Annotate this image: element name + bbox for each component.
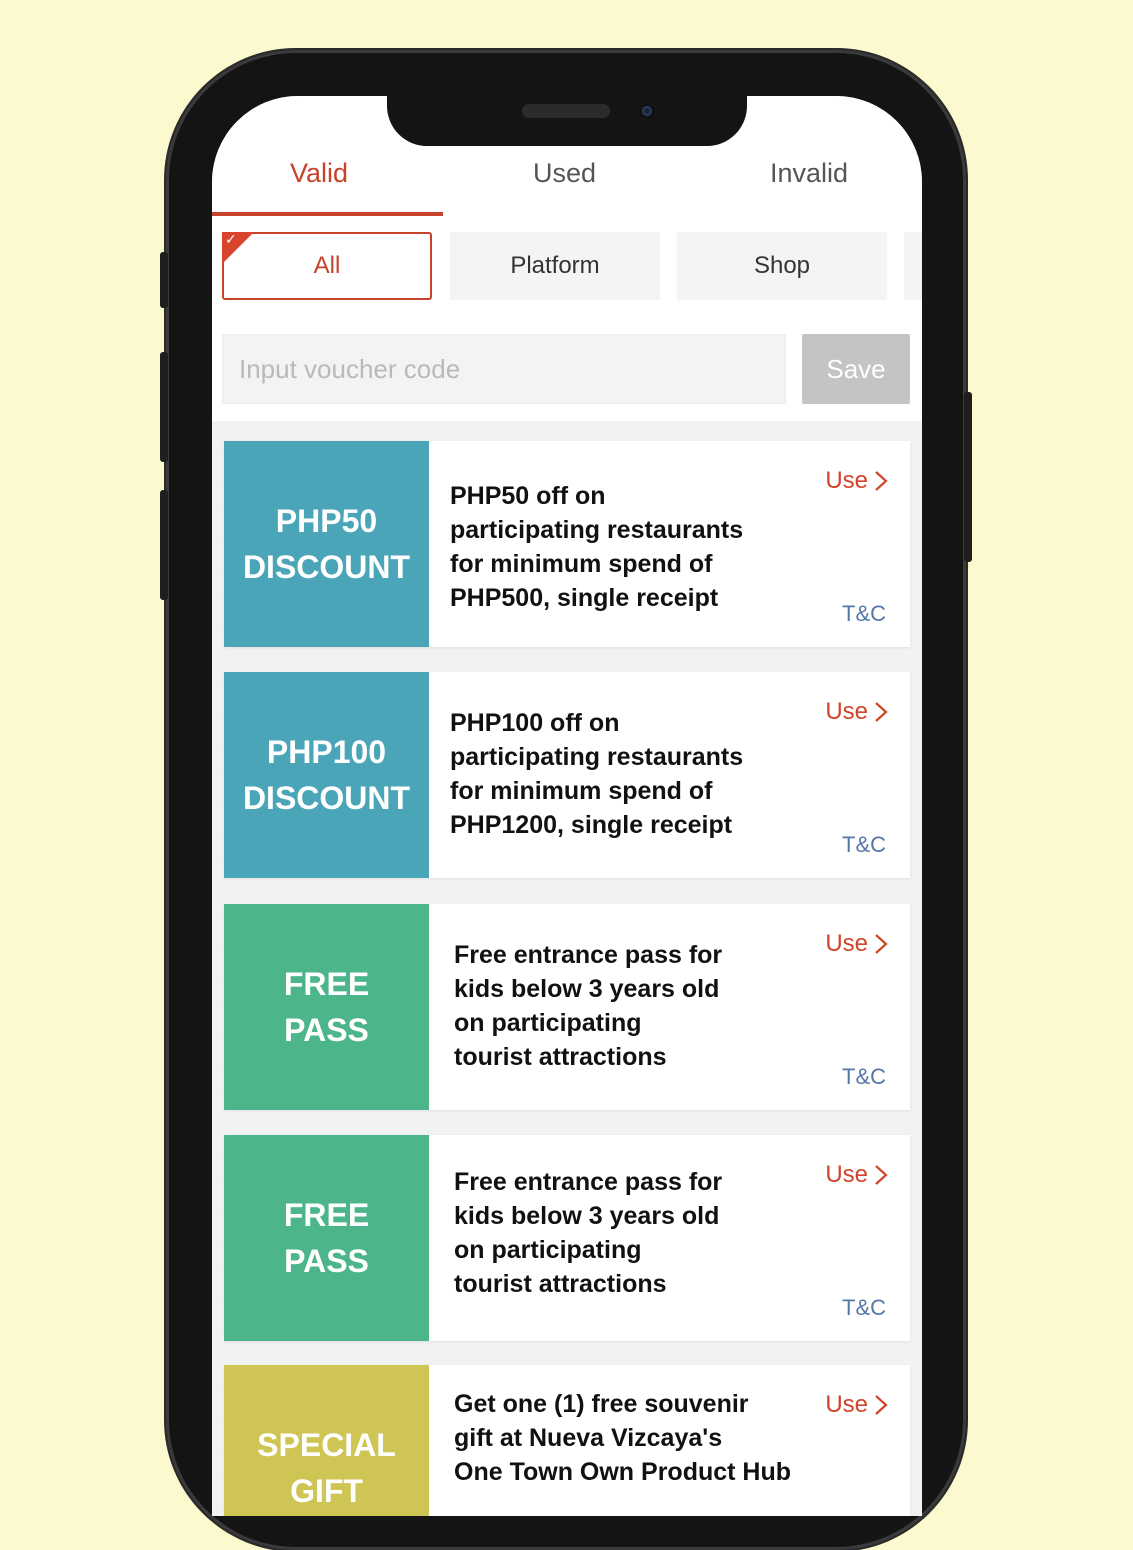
chevron-right-icon	[875, 1395, 888, 1415]
voucher-card[interactable]: PHP50 DISCOUNT PHP50 off on participating …	[220, 441, 910, 647]
filter-platform-label: Platform	[510, 252, 600, 279]
mute-switch	[160, 252, 168, 308]
voucher-description: Free entrance pass for kids below 3 years…	[454, 1168, 723, 1298]
terms-link[interactable]: T&C	[842, 601, 886, 627]
tab-used[interactable]: Used	[533, 158, 596, 189]
phone-notch	[387, 94, 747, 146]
filter-more[interactable]	[904, 232, 922, 300]
voucher-card[interactable]: FREE PASS Free entrance pass for kids belo…	[220, 1135, 910, 1341]
voucher-code-input[interactable]: Input voucher code	[222, 334, 786, 404]
chevron-right-icon	[875, 1165, 888, 1185]
voucher-description: Free entrance pass for kids below 3 years…	[454, 941, 723, 1071]
front-camera-icon	[638, 102, 656, 120]
voucher-badge: PHP100 DISCOUNT	[220, 672, 429, 878]
save-button[interactable]: Save	[802, 334, 910, 404]
volume-down-button	[160, 490, 168, 600]
filter-shop[interactable]: Shop	[677, 232, 887, 300]
terms-link[interactable]: T&C	[842, 832, 886, 858]
use-voucher-button[interactable]: Use	[825, 1391, 888, 1419]
terms-link[interactable]: T&C	[842, 1295, 886, 1321]
filter-all-label: All	[313, 252, 341, 279]
voucher-card[interactable]: FREE PASS Free entrance pass for kids belo…	[220, 904, 910, 1110]
voucher-description: PHP50 off on participating restaurants for…	[450, 482, 744, 612]
speaker-grille	[522, 104, 610, 118]
use-voucher-button[interactable]: Use	[825, 1161, 888, 1189]
voucher-badge: PHP50 DISCOUNT	[220, 441, 429, 647]
voucher-badge: FREE PASS	[220, 904, 429, 1110]
volume-up-button	[160, 352, 168, 462]
voucher-badge: FREE PASS	[220, 1135, 429, 1341]
tab-invalid[interactable]: Invalid	[770, 158, 848, 189]
filter-all[interactable]: ✓ All	[222, 231, 432, 300]
use-voucher-button[interactable]: Use	[825, 698, 888, 726]
filter-platform[interactable]: Platform	[450, 232, 660, 300]
chevron-right-icon	[875, 471, 888, 491]
voucher-filter-bar: ✓ All Platform Shop	[212, 216, 922, 316]
voucher-code-bar: Input voucher code Save	[212, 316, 922, 421]
chevron-right-icon	[875, 934, 888, 954]
app-screen: Valid Used Invalid ✓ All Platform Shop I…	[212, 96, 922, 1516]
terms-link[interactable]: T&C	[842, 1064, 886, 1090]
use-voucher-button[interactable]: Use	[825, 930, 888, 958]
power-button	[964, 392, 972, 562]
filter-shop-label: Shop	[753, 252, 811, 279]
voucher-badge: SPECIAL GIFT	[220, 1365, 429, 1516]
tab-valid[interactable]: Valid	[290, 158, 348, 189]
voucher-description: Get one (1) free souvenir gift at Nueva V…	[454, 1390, 792, 1486]
voucher-card[interactable]: SPECIAL GIFT Get one (1) free souvenir gif…	[220, 1365, 910, 1516]
voucher-description: PHP100 off on participating restaurants fo…	[450, 709, 744, 839]
use-voucher-button[interactable]: Use	[825, 467, 888, 495]
checkmark-icon: ✓	[222, 231, 254, 264]
chevron-right-icon	[875, 702, 888, 722]
voucher-card[interactable]: PHP100 DISCOUNT PHP100 off on participatin…	[220, 672, 910, 878]
